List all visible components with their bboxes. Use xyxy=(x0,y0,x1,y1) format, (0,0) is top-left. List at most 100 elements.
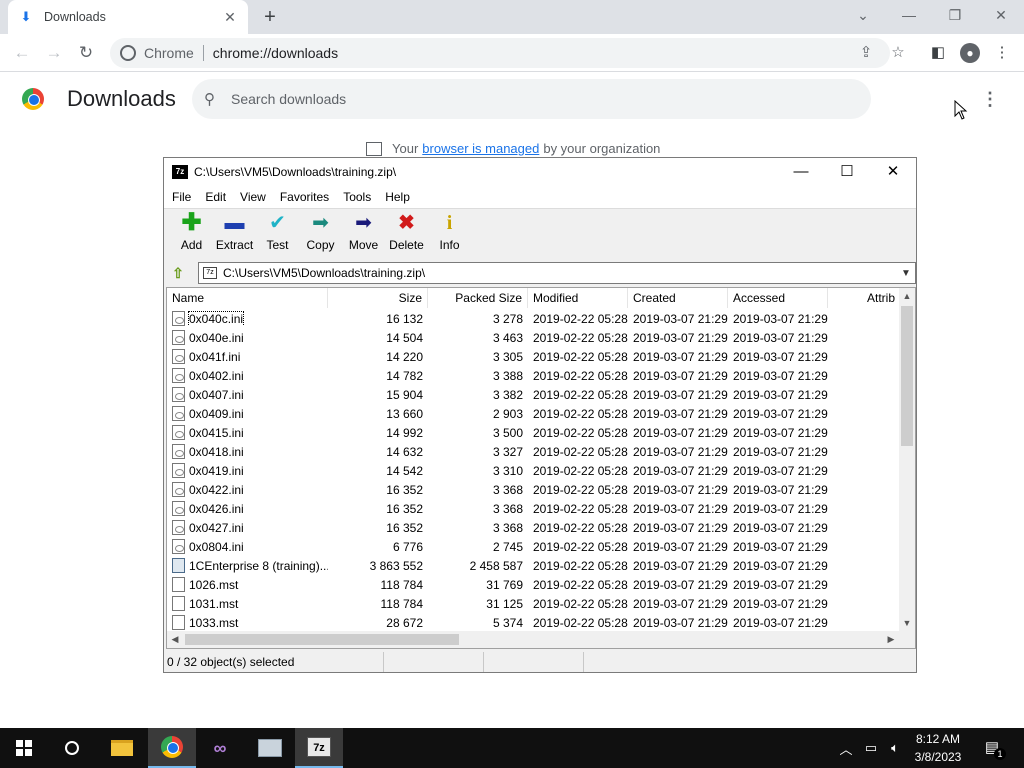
col-accessed[interactable]: Accessed xyxy=(728,288,828,308)
new-tab-button[interactable]: + xyxy=(258,5,282,29)
col-packed-size[interactable]: Packed Size xyxy=(428,288,528,308)
close-window-icon[interactable]: ✕ xyxy=(978,0,1024,30)
table-row[interactable]: 0x0418.ini 14 632 3 327 2019-02-22 05:28 201… xyxy=(167,442,901,461)
scroll-left-icon[interactable]: ◀ xyxy=(167,631,183,648)
chevron-down-icon[interactable]: ▼ xyxy=(897,268,915,279)
col-name[interactable]: Name xyxy=(167,288,328,308)
tab-downloads[interactable]: ⬇ Downloads ✕ xyxy=(8,0,248,34)
browser-menu-icon[interactable]: ⋮ xyxy=(990,41,1014,65)
col-modified[interactable]: Modified xyxy=(528,288,628,308)
table-row[interactable]: 0x041f.ini 14 220 3 305 2019-02-22 05:28 201… xyxy=(167,347,901,366)
7zip-minimize-icon[interactable]: — xyxy=(778,158,824,186)
table-row[interactable]: 0x0415.ini 14 992 3 500 2019-02-22 05:28 201… xyxy=(167,423,901,442)
reload-icon[interactable]: ↻ xyxy=(74,41,98,65)
file-accessed: 2019-03-07 21:29 xyxy=(733,349,828,364)
check-icon: ✔ xyxy=(269,212,286,234)
network-icon[interactable]: ▭ xyxy=(860,728,882,768)
scroll-down-icon[interactable]: ▼ xyxy=(899,615,915,631)
path-input[interactable]: 7z C:\Users\VM5\Downloads\training.zip\ … xyxy=(198,262,916,284)
search-box[interactable]: ⚲ xyxy=(192,79,871,119)
table-row[interactable]: 0x0407.ini 15 904 3 382 2019-02-22 05:28 201… xyxy=(167,385,901,404)
taskbar-server-manager[interactable] xyxy=(246,728,294,768)
table-row[interactable]: 0x0409.ini 13 660 2 903 2019-02-22 05:28 201… xyxy=(167,404,901,423)
table-row[interactable]: 1026.mst 118 784 31 769 2019-02-22 05:28 201… xyxy=(167,575,901,594)
menu-help[interactable]: Help xyxy=(385,190,410,204)
file-name: 0x0402.ini xyxy=(189,368,244,383)
add-button[interactable]: ✚ Add xyxy=(170,209,213,261)
taskbar-clock[interactable]: 8:12 AM 3/8/2023 xyxy=(906,730,970,766)
taskbar-visual-studio[interactable]: ∞ xyxy=(196,728,244,768)
table-row[interactable]: 1033.mst 28 672 5 374 2019-02-22 05:28 2019-… xyxy=(167,613,901,632)
minimize-icon[interactable]: — xyxy=(886,0,932,30)
taskbar-7zip[interactable]: 7z xyxy=(295,728,343,768)
7zip-close-icon[interactable]: ✕ xyxy=(870,158,916,186)
address-bar[interactable]: Chrome chrome://downloads ⇪ ☆ xyxy=(110,38,905,68)
file-list[interactable]: Name Size Packed Size Modified Created A… xyxy=(166,287,916,649)
taskbar-search-button[interactable] xyxy=(48,728,96,768)
7zip-maximize-icon[interactable]: ☐ xyxy=(824,158,870,186)
file-icon xyxy=(172,406,185,421)
folder-up-icon[interactable]: ⇧ xyxy=(166,262,190,284)
horizontal-scrollbar[interactable]: ◀ ▶ xyxy=(167,631,915,648)
tray-chevron-up-icon[interactable]: ︿ xyxy=(836,728,856,768)
taskbar-chrome[interactable] xyxy=(148,728,196,768)
chrome-site-icon xyxy=(120,45,136,61)
info-icon: i xyxy=(446,212,453,234)
tab-search-icon[interactable]: ⌄ xyxy=(840,0,886,30)
table-row[interactable]: 0x0427.ini 16 352 3 368 2019-02-22 05:28 201… xyxy=(167,518,901,537)
close-tab-icon[interactable]: ✕ xyxy=(222,9,238,25)
file-accessed: 2019-03-07 21:29 xyxy=(733,444,828,459)
scroll-right-icon[interactable]: ▶ xyxy=(883,631,899,648)
table-row[interactable]: 0x040e.ini 14 504 3 463 2019-02-22 05:28 201… xyxy=(167,328,901,347)
file-modified: 2019-02-22 05:28 xyxy=(533,520,628,535)
file-icon xyxy=(172,330,185,345)
restore-icon[interactable]: ❐ xyxy=(932,0,978,30)
table-row[interactable]: 0x0804.ini 6 776 2 745 2019-02-22 05:28 2019… xyxy=(167,537,901,556)
volume-icon[interactable]: 🔈︎ xyxy=(884,728,906,768)
table-row[interactable]: 1031.mst 118 784 31 125 2019-02-22 05:28 201… xyxy=(167,594,901,613)
file-accessed: 2019-03-07 21:29 xyxy=(733,520,828,535)
col-size[interactable]: Size xyxy=(328,288,428,308)
double-arrow-icon: ➡ xyxy=(312,212,329,234)
table-row[interactable]: 1CEnterprise 8 (training)... 3 863 552 2 4… xyxy=(167,556,901,575)
table-row[interactable]: 0x0419.ini 14 542 3 310 2019-02-22 05:28 201… xyxy=(167,461,901,480)
test-button[interactable]: ✔ Test xyxy=(256,209,299,261)
info-button[interactable]: i Info xyxy=(428,209,471,261)
table-row[interactable]: 0x0402.ini 14 782 3 388 2019-02-22 05:28 201… xyxy=(167,366,901,385)
menu-file[interactable]: File xyxy=(172,190,191,204)
table-row[interactable]: 0x0422.ini 16 352 3 368 2019-02-22 05:28 201… xyxy=(167,480,901,499)
file-modified: 2019-02-22 05:28 xyxy=(533,577,628,592)
start-button[interactable] xyxy=(0,728,48,768)
menu-view[interactable]: View xyxy=(240,190,266,204)
table-row[interactable]: 0x040c.ini 16 132 3 278 2019-02-22 05:28 201… xyxy=(167,309,901,328)
menu-tools[interactable]: Tools xyxy=(343,190,371,204)
col-created[interactable]: Created xyxy=(628,288,728,308)
share-icon[interactable]: ⇪ xyxy=(854,41,878,65)
notification-center-icon[interactable]: ▤ 1 xyxy=(980,736,1006,760)
file-name: 0x0422.ini xyxy=(189,482,244,497)
7zip-title-bar[interactable]: 7z C:\Users\VM5\Downloads\training.zip\ … xyxy=(164,158,916,186)
move-button[interactable]: ➡ Move xyxy=(342,209,385,261)
extract-button[interactable]: ▬ Extract xyxy=(213,209,256,261)
horizontal-scroll-thumb[interactable] xyxy=(185,634,459,645)
col-attrib[interactable]: Attrib xyxy=(828,288,901,308)
taskbar-explorer[interactable] xyxy=(98,728,146,768)
side-panel-icon[interactable]: ◧ xyxy=(926,41,950,65)
bookmark-star-icon[interactable]: ☆ xyxy=(886,41,910,65)
forward-icon[interactable]: → xyxy=(42,41,66,65)
search-input[interactable] xyxy=(231,91,831,107)
back-icon[interactable]: ← xyxy=(10,41,34,65)
menu-edit[interactable]: Edit xyxy=(205,190,226,204)
copy-button[interactable]: ➡ Copy xyxy=(299,209,342,261)
more-actions-icon[interactable]: ⋮ xyxy=(980,88,1000,110)
file-accessed: 2019-03-07 21:29 xyxy=(733,558,828,573)
managed-link[interactable]: browser is managed xyxy=(422,141,539,156)
menu-favorites[interactable]: Favorites xyxy=(280,190,329,204)
vertical-scrollbar[interactable]: ▲ ▼ xyxy=(899,288,915,631)
vertical-scroll-thumb[interactable] xyxy=(901,306,913,446)
profile-avatar-icon[interactable]: ● xyxy=(960,43,980,63)
table-row[interactable]: 0x0426.ini 16 352 3 368 2019-02-22 05:28 201… xyxy=(167,499,901,518)
file-accessed: 2019-03-07 21:29 xyxy=(733,463,828,478)
scroll-up-icon[interactable]: ▲ xyxy=(899,288,915,304)
delete-button[interactable]: ✖ Delete xyxy=(385,209,428,261)
